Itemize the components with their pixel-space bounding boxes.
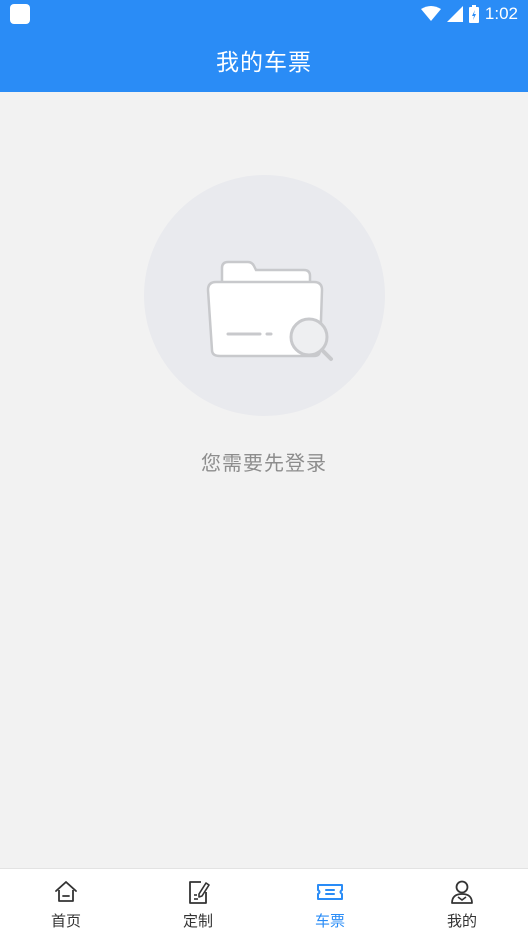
battery-icon [468,5,479,23]
tab-label: 首页 [50,912,81,930]
page-title: 我的车票 [216,50,312,76]
tab-home[interactable]: 首页 [0,869,132,938]
wifi-icon [420,6,441,21]
tab-label: 我的 [446,912,477,930]
tab-mine[interactable]: 我的 [396,869,528,938]
ticket-icon [317,884,343,900]
tab-label: 定制 [182,912,213,930]
tab-tickets[interactable]: 车票 [264,869,396,938]
app-notification-icon [10,4,30,24]
tab-label: 车票 [314,912,345,930]
edit-document-icon [189,881,210,904]
status-indicators: 1:02 [420,3,518,25]
app-header: 1:02 我的车票 [0,0,528,92]
status-bar: 1:02 [0,0,528,28]
bottom-tab-bar: 首页 定制 车票 我的 [0,868,528,938]
home-icon [55,881,77,902]
empty-state-message: 您需要先登录 [201,451,327,475]
folder-search-icon [206,260,333,361]
user-icon [451,880,473,904]
tab-custom[interactable]: 定制 [132,869,264,938]
status-time: 1:02 [484,4,518,23]
signal-icon [446,6,463,22]
main-content: 您需要先登录 [0,92,528,868]
